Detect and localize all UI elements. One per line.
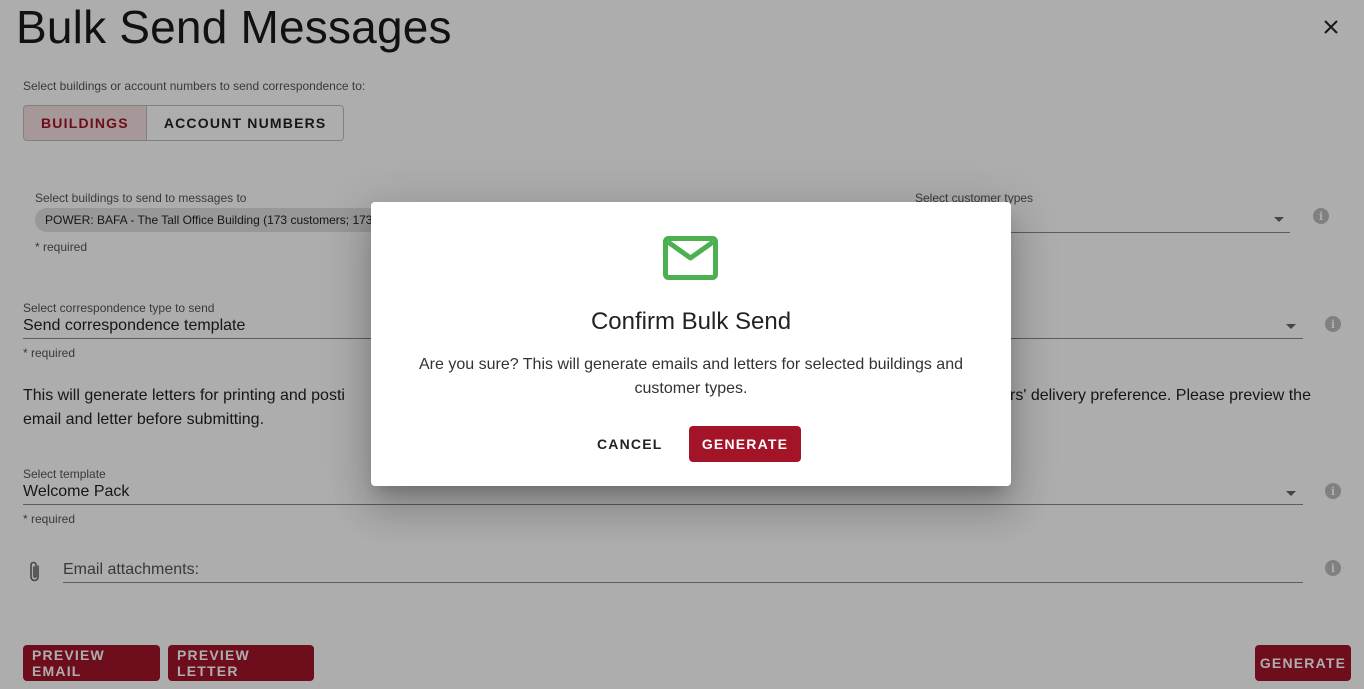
mail-icon bbox=[663, 236, 718, 280]
confirm-bulk-send-dialog: Confirm Bulk Send Are you sure? This wil… bbox=[371, 202, 1011, 486]
dialog-title: Confirm Bulk Send bbox=[590, 308, 792, 335]
dialog-generate-button[interactable]: GENERATE bbox=[689, 426, 801, 462]
dialog-body: Are you sure? This will generate emails … bbox=[419, 356, 963, 397]
dialog-cancel-button[interactable]: CANCEL bbox=[585, 426, 675, 462]
